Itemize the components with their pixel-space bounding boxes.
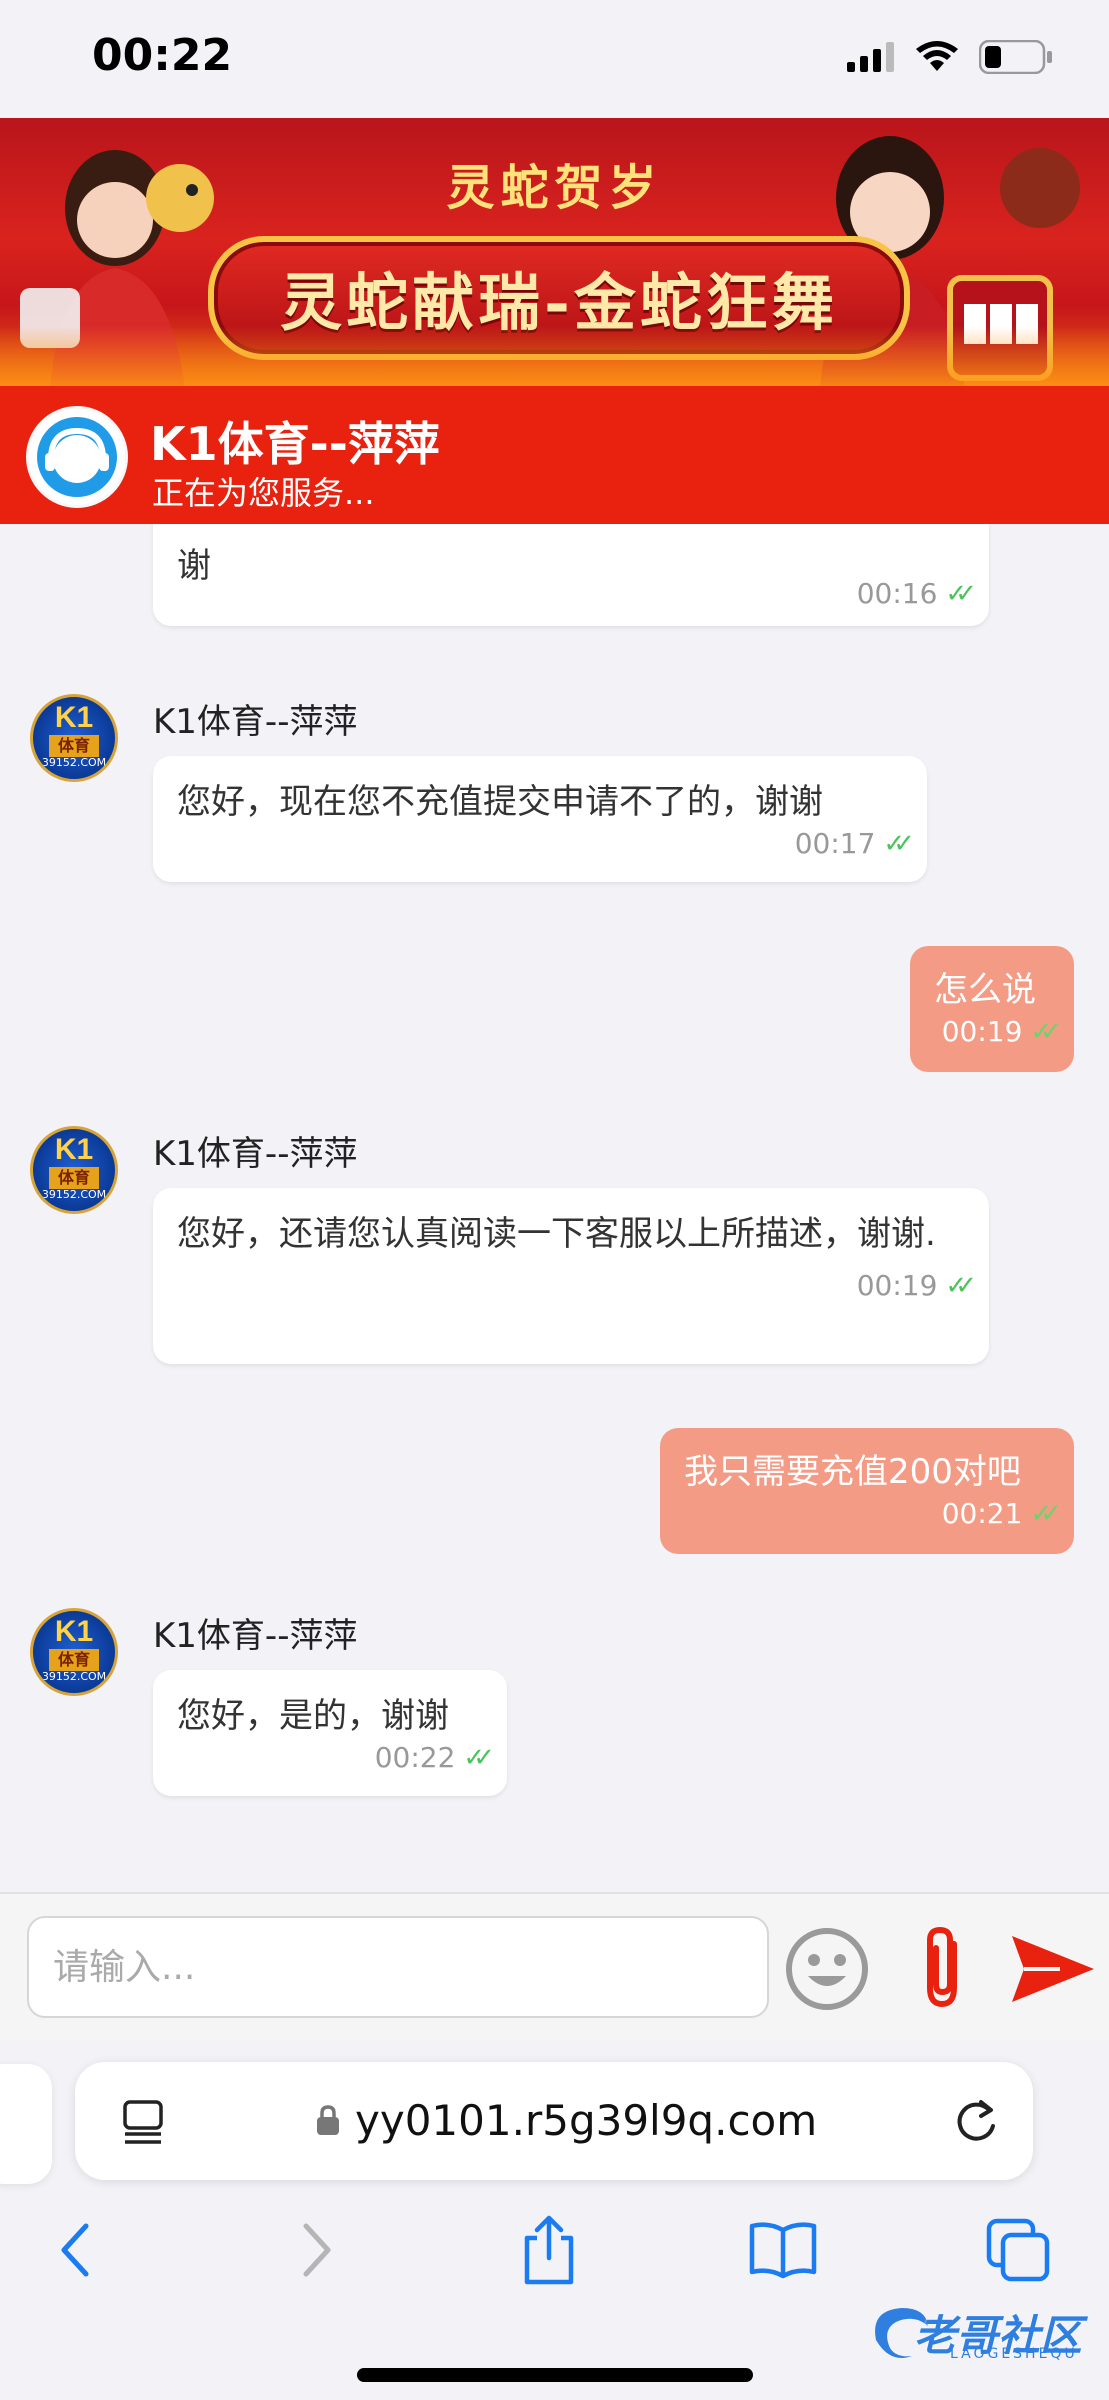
lock-icon [317,2105,339,2135]
message-time: 00:17 [794,827,876,860]
message-time: 00:19 [941,1015,1023,1048]
banner-subtitle: 灵蛇贺岁 [446,160,663,216]
message-meta: 00:22 ✓✓ [177,1740,495,1776]
paperclip-icon[interactable] [912,1924,976,2014]
check-icon: ✓✓ [945,579,976,609]
message-bubble-user: 我只需要充值200对吧 00:21 ✓✓ [660,1428,1074,1554]
reload-icon[interactable] [951,2096,1001,2146]
tabs-icon[interactable] [119,2098,167,2146]
forward-icon [303,2223,331,2277]
signal-icon [847,42,894,72]
message-text: 怎么说 [934,970,1036,1010]
message-time: 00:22 [374,1741,456,1774]
watermark: 老哥社区 LAOGESHEQU [866,2296,1098,2368]
agent-avatar: K1 体育 39152.COM [30,1126,118,1214]
status-time: 00:22 [92,30,233,81]
header-status: 正在为您服务... [152,474,375,512]
header-title: K1体育--萍萍 [150,417,440,471]
agent-name: K1体育--萍萍 [153,1616,358,1656]
agent-name: K1体育--萍萍 [153,702,358,742]
share-button[interactable] [509,2210,589,2290]
check-icon: ✓✓ [883,829,914,859]
emoji-icon[interactable] [784,1926,870,2012]
check-icon: ✓✓ [1030,1017,1061,1047]
message-time: 00:21 [941,1497,1023,1530]
back-icon [61,2223,89,2277]
home-indicator[interactable] [357,2368,753,2382]
bookmarks-button[interactable] [743,2210,823,2290]
support-avatar [26,406,128,508]
bookmarks-icon [749,2222,817,2279]
message-meta: 00:17 ✓✓ [177,826,915,862]
battery-icon [979,40,1052,74]
message-bubble-agent: 谢 00:16 ✓✓ [153,524,989,626]
check-icon: ✓✓ [1030,1499,1061,1529]
message-meta: 00:16 ✓✓ [177,576,977,612]
tab-overview-icon [986,2218,1050,2282]
forward-button[interactable] [276,2210,356,2290]
address-bar[interactable]: yy0101.r5g39l9q.com [75,2062,1033,2180]
previous-tab-card[interactable] [0,2064,52,2184]
send-icon[interactable] [1010,1934,1096,2004]
status-icons [847,40,1053,74]
message-text: 我只需要充值200对吧 [684,1452,1021,1492]
check-icon: ✓✓ [945,1271,976,1301]
back-button[interactable] [36,2210,116,2290]
message-bubble-agent: 您好，还请您认真阅读一下客服以上所描述，谢谢. 00:19 ✓✓ [153,1188,989,1364]
message-text: 您好，现在您不充值提交申请不了的，谢谢 [177,782,823,822]
url-text[interactable]: yy0101.r5g39l9q.com [355,2096,817,2145]
wifi-icon [916,41,958,71]
chat-header: K1体育--萍萍 正在为您服务... [0,386,1109,524]
message-time: 00:16 [856,577,938,610]
status-bar: 00:22 [0,0,1109,118]
browser-nav-row [0,2210,1109,2310]
tab-overview-button[interactable] [978,2210,1058,2290]
agent-avatar: K1 体育 39152.COM [30,694,118,782]
message-bubble-agent: 您好，是的，谢谢 00:22 ✓✓ [153,1670,507,1796]
message-text: 您好，还请您认真阅读一下客服以上所描述，谢谢. [177,1214,936,1254]
promo-banner[interactable]: 灵蛇贺岁 灵蛇献瑞-金蛇狂舞 [0,118,1109,386]
message-text: 您好，是的，谢谢 [177,1696,449,1736]
message-input[interactable] [29,1918,767,2016]
message-bubble-user: 怎么说 00:19 ✓✓ [910,946,1074,1072]
message-meta: 00:19 ✓✓ [934,1014,1062,1050]
message-meta: 00:19 ✓✓ [177,1268,977,1304]
composer-bar [0,1892,1109,2042]
agent-name: K1体育--萍萍 [153,1134,358,1174]
headset-icon [37,417,117,497]
message-meta: 00:21 ✓✓ [684,1496,1062,1532]
message-bubble-agent: 您好，现在您不充值提交申请不了的，谢谢 00:17 ✓✓ [153,756,927,882]
chat-messages[interactable]: 谢 00:16 ✓✓ K1 体育 39152.COM K1体育--萍萍 您好，现… [0,524,1109,1892]
check-icon: ✓✓ [463,1743,494,1773]
agent-avatar: K1 体育 39152.COM [30,1608,118,1696]
share-icon [524,2215,574,2285]
message-input-wrapper[interactable] [27,1916,769,2018]
message-time: 00:19 [856,1269,938,1302]
